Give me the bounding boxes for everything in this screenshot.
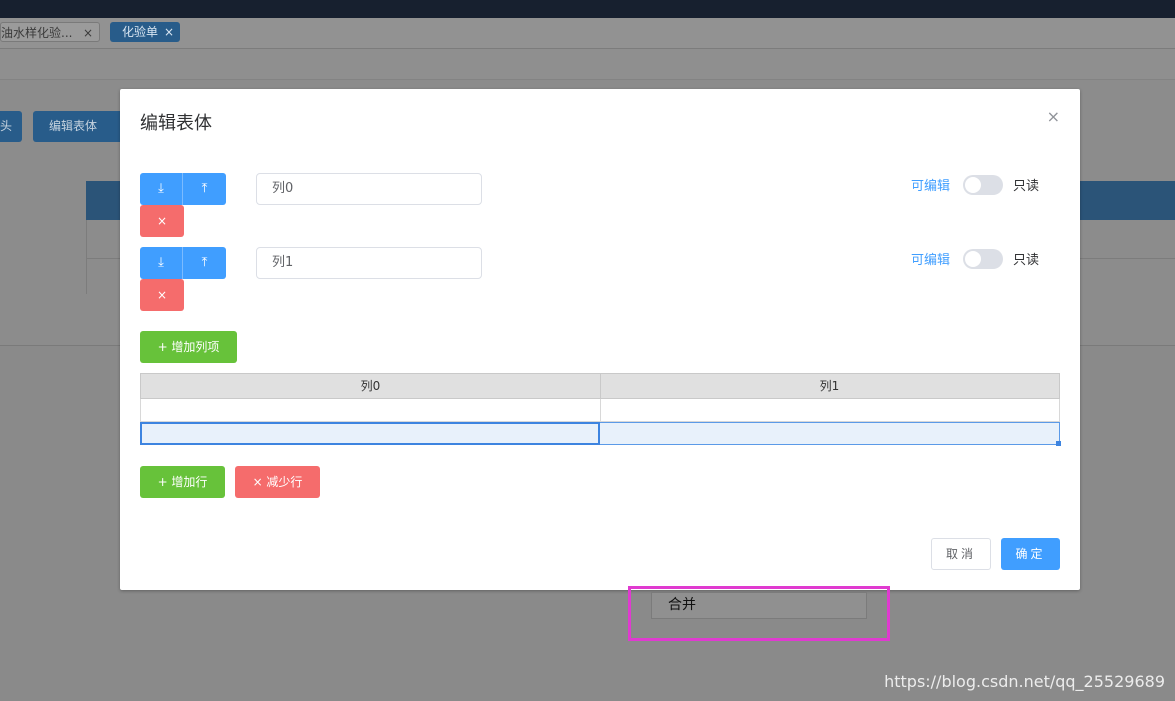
fill-handle[interactable]	[1056, 441, 1061, 446]
tab-label: 化验单	[122, 25, 159, 39]
grid-header-cell[interactable]: 列0	[141, 374, 601, 398]
move-up-button[interactable]: ⤒	[183, 173, 226, 205]
column-item-0: ⤓ ⤒ × 列0 可编辑 只读	[140, 173, 1060, 237]
tab-oil-water-sample[interactable]: 油水样化验... ×	[0, 22, 100, 42]
delete-column-button[interactable]: ×	[140, 205, 184, 237]
move-down-button[interactable]: ⤓	[140, 173, 183, 205]
move-up-button[interactable]: ⤒	[183, 247, 226, 279]
grid-cell[interactable]	[141, 399, 601, 421]
column-name-input[interactable]: 列1	[256, 247, 482, 279]
editable-label: 可编辑	[911, 179, 951, 194]
background-table-border	[86, 259, 87, 294]
watermark: https://blog.csdn.net/qq_25529689	[884, 672, 1165, 691]
tab-label: 油水样化验...	[1, 26, 73, 40]
close-icon[interactable]: ×	[164, 22, 174, 42]
delete-column-button[interactable]: ×	[140, 279, 184, 311]
add-column-button[interactable]: + 增加列项	[140, 331, 237, 363]
highlight-box	[628, 586, 890, 641]
grid-row	[140, 399, 1060, 422]
tab-lab-report[interactable]: 化验单 ×	[110, 22, 180, 42]
add-row-button[interactable]: + 增加行	[140, 466, 225, 498]
edit-body-button[interactable]: 编辑表体	[33, 111, 123, 142]
close-icon[interactable]: ×	[83, 23, 93, 43]
grid-row-selected	[140, 422, 1061, 446]
toggle-knob	[965, 177, 981, 193]
readonly-label: 只读	[1013, 253, 1040, 268]
edit-header-button[interactable]: 头	[0, 111, 22, 142]
top-bar	[0, 0, 1175, 18]
grid-header-cell[interactable]: 列1	[600, 374, 1059, 398]
edit-body-dialog: 编辑表体 × ⤓ ⤒ × 列0 可编辑 只读 ⤓ ⤒ × 列1 可编辑 只读 +…	[120, 89, 1080, 590]
column-item-1: ⤓ ⤒ × 列1 可编辑 只读	[140, 247, 1060, 311]
readonly-label: 只读	[1013, 179, 1040, 194]
column-name-input[interactable]: 列0	[256, 173, 482, 205]
cancel-button[interactable]: 取消	[931, 538, 991, 570]
grid-cell[interactable]	[600, 399, 1059, 421]
editable-toggle[interactable]	[963, 175, 1003, 195]
grid-cell[interactable]	[600, 423, 1059, 445]
grid-header: 列0 列1	[140, 373, 1060, 399]
confirm-button[interactable]: 确定	[1001, 538, 1060, 570]
move-down-button[interactable]: ⤓	[140, 247, 183, 279]
remove-row-button[interactable]: × 减少行	[235, 466, 320, 498]
toggle-knob	[965, 251, 981, 267]
close-icon[interactable]: ×	[1047, 107, 1060, 126]
editable-label: 可编辑	[911, 253, 951, 268]
dialog-title: 编辑表体	[140, 113, 212, 134]
editable-toggle[interactable]	[963, 249, 1003, 269]
tab-bar: 油水样化验... × 化验单 ×	[0, 18, 1175, 49]
body-grid: 列0 列1	[140, 373, 1061, 446]
sub-toolbar	[0, 49, 1175, 80]
grid-cell-active[interactable]	[140, 422, 600, 445]
